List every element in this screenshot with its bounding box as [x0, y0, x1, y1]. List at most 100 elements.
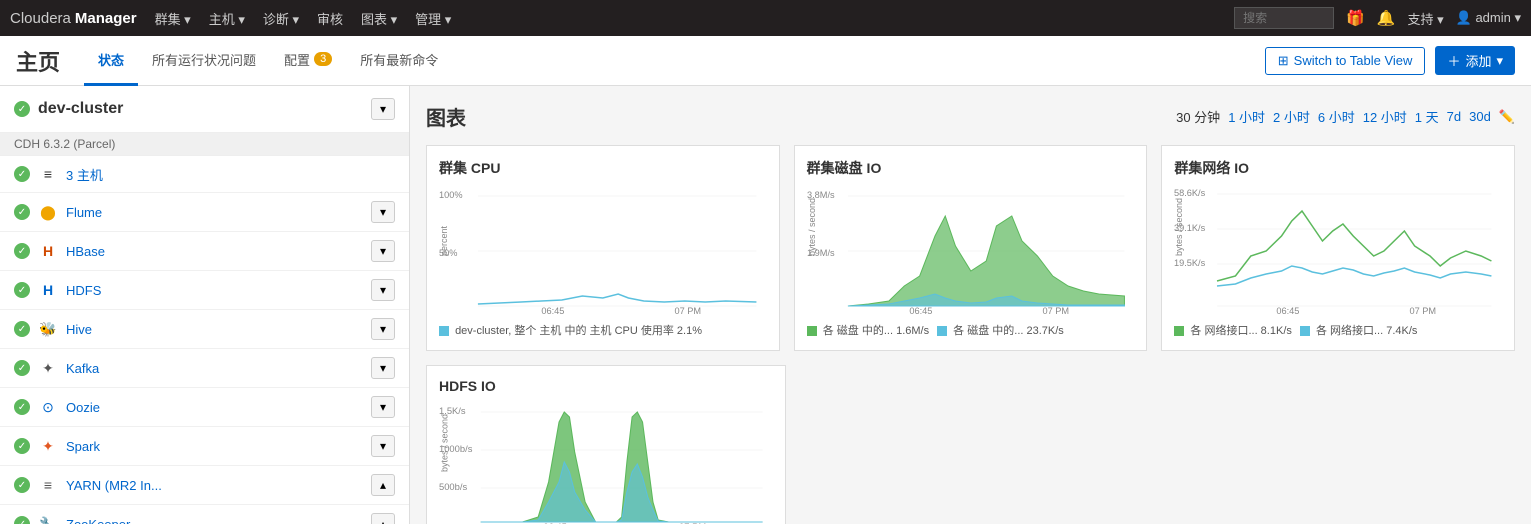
sidebar-item-flume[interactable]: ⬤ Flume ▾ — [0, 193, 409, 232]
add-button[interactable]: ＋ 添加▾ — [1435, 46, 1515, 75]
nav-host[interactable]: 主机 ▾ — [209, 9, 245, 28]
cpu-svg: 100% 50% percent 06:45 07 PM — [439, 186, 767, 316]
sidebar-item-yarn[interactable]: ≡ YARN (MR2 In... ▴ — [0, 466, 409, 505]
hbase-dropdown[interactable]: ▾ — [371, 240, 395, 262]
table-view-icon: ⊞ — [1278, 53, 1289, 69]
switch-table-button[interactable]: ⊞ Switch to Table View — [1265, 47, 1426, 75]
yarn-icon: ≡ — [38, 475, 58, 495]
tab-issues[interactable]: 所有运行状况问题 — [138, 36, 270, 86]
content-area: 图表 30 分钟 1 小时 2 小时 6 小时 12 小时 1 天 7d 30d… — [410, 86, 1531, 524]
tab-right: ⊞ Switch to Table View ＋ 添加▾ — [1265, 46, 1515, 75]
oozie-icon: ⊙ — [38, 397, 58, 417]
hive-dropdown[interactable]: ▾ — [371, 318, 395, 340]
net-io-area: 58.6K/s 39.1K/s 19.5K/s bytes / second 0… — [1174, 186, 1502, 316]
hdfs-dropdown[interactable]: ▾ — [371, 279, 395, 301]
search-input[interactable] — [1234, 7, 1334, 29]
nav-right: 🎁 🔔 支持 ▾ 👤 admin ▾ — [1234, 7, 1521, 29]
flume-icon: ⬤ — [38, 202, 58, 222]
time-controls: 30 分钟 1 小时 2 小时 6 小时 12 小时 1 天 7d 30d ✏️ — [1176, 107, 1515, 126]
net-io-title: 群集网络 IO — [1174, 158, 1502, 178]
gift-icon[interactable]: 🎁 — [1346, 9, 1365, 27]
nav-manage[interactable]: 管理 ▾ — [415, 9, 451, 28]
cluster-header: dev-cluster ▾ — [0, 86, 409, 133]
admin-menu[interactable]: 👤 admin ▾ — [1456, 10, 1521, 26]
disk-io-legend: 各 磁盘 中的... 1.6M/s 各 磁盘 中的... 23.7K/s — [807, 322, 1135, 338]
svg-text:100%: 100% — [439, 190, 463, 200]
kafka-dropdown[interactable]: ▾ — [371, 357, 395, 379]
zookeeper-dropdown[interactable]: ▴ — [371, 513, 395, 524]
sidebar-item-hosts[interactable]: ≡ 3 主机 — [0, 156, 409, 193]
edit-icon[interactable]: ✏️ — [1499, 109, 1515, 125]
current-time-label: 30 分钟 — [1176, 107, 1220, 126]
flume-label[interactable]: Flume — [66, 205, 363, 220]
kafka-label[interactable]: Kafka — [66, 361, 363, 376]
hosts-link[interactable]: 3 主机 — [66, 165, 395, 184]
time-7d[interactable]: 7d — [1447, 109, 1461, 124]
oozie-label[interactable]: Oozie — [66, 400, 363, 415]
sidebar-item-kafka[interactable]: ✦ Kafka ▾ — [0, 349, 409, 388]
nav-diagnostics[interactable]: 诊断 ▾ — [263, 9, 299, 28]
sidebar-item-zookeeper[interactable]: 🔧 ZooKeeper ▴ — [0, 505, 409, 524]
flume-dropdown[interactable]: ▾ — [371, 201, 395, 223]
time-30d[interactable]: 30d — [1469, 109, 1491, 124]
tab-commands[interactable]: 所有最新命令 — [346, 36, 452, 86]
hdfs-icon: H — [38, 280, 58, 300]
time-1d[interactable]: 1 天 — [1415, 107, 1439, 126]
chart-cpu: 群集 CPU 100% 50% percent — [426, 145, 780, 351]
sidebar-item-hbase[interactable]: H HBase ▾ — [0, 232, 409, 271]
switch-table-label: Switch to Table View — [1294, 53, 1413, 68]
secondary-nav: 主页 状态 所有运行状况问题 配置 3 所有最新命令 ⊞ Switch to T… — [0, 36, 1531, 86]
cpu-legend-text: dev-cluster, 整个 主机 中的 主机 CPU 使用率 2.1% — [455, 325, 702, 337]
svg-text:58.6K/s: 58.6K/s — [1174, 188, 1206, 198]
time-1h[interactable]: 1 小时 — [1228, 107, 1265, 126]
time-6h[interactable]: 6 小时 — [1318, 107, 1355, 126]
yarn-dropdown[interactable]: ▴ — [371, 474, 395, 496]
sidebar-item-spark[interactable]: ✦ Spark ▾ — [0, 427, 409, 466]
cpu-legend-dot — [439, 326, 449, 336]
hbase-label[interactable]: HBase — [66, 244, 363, 259]
cluster-dropdown-button[interactable]: ▾ — [371, 98, 395, 120]
charts-header: 图表 30 分钟 1 小时 2 小时 6 小时 12 小时 1 天 7d 30d… — [426, 102, 1515, 131]
charts-row-1: 群集 CPU 100% 50% percent — [426, 145, 1515, 351]
sidebar-item-oozie[interactable]: ⊙ Oozie ▾ — [0, 388, 409, 427]
svg-text:bytes / second: bytes / second — [807, 198, 817, 256]
tab-status[interactable]: 状态 — [84, 36, 138, 86]
spark-dropdown[interactable]: ▾ — [371, 435, 395, 457]
hdfs-status-icon — [14, 282, 30, 298]
sidebar-item-hdfs[interactable]: H HDFS ▾ — [0, 271, 409, 310]
zookeeper-label[interactable]: ZooKeeper — [66, 517, 363, 524]
hive-status-icon — [14, 321, 30, 337]
yarn-label[interactable]: YARN (MR2 In... — [66, 478, 363, 493]
svg-text:19.5K/s: 19.5K/s — [1174, 258, 1206, 268]
chart-disk-io: 群集磁盘 IO 3.8M/s 1.9M/s bytes / second 06:… — [794, 145, 1148, 351]
support-menu[interactable]: 支持 ▾ — [1408, 9, 1444, 28]
svg-text:500b/s: 500b/s — [439, 482, 468, 492]
svg-text:06:45: 06:45 — [1277, 306, 1300, 316]
spark-label[interactable]: Spark — [66, 439, 363, 454]
svg-text:06:45: 06:45 — [541, 306, 564, 316]
hive-label[interactable]: Hive — [66, 322, 363, 337]
oozie-dropdown[interactable]: ▾ — [371, 396, 395, 418]
hdfs-label[interactable]: HDFS — [66, 283, 363, 298]
tab-config[interactable]: 配置 3 — [270, 36, 346, 86]
hdfs-io-svg: 1.5K/s 1000b/s 500b/s bytes / second 06:… — [439, 402, 773, 524]
nav-cluster[interactable]: 群集 ▾ — [155, 9, 191, 28]
hbase-icon: H — [38, 241, 58, 261]
bell-icon[interactable]: 🔔 — [1377, 9, 1396, 27]
svg-text:bytes / second: bytes / second — [1174, 198, 1184, 256]
nav-audit[interactable]: 审核 — [317, 9, 343, 28]
time-2h[interactable]: 2 小时 — [1273, 107, 1310, 126]
sidebar-item-hive[interactable]: 🐝 Hive ▾ — [0, 310, 409, 349]
time-12h[interactable]: 12 小时 — [1363, 107, 1407, 126]
net-in-dot — [1174, 326, 1184, 336]
cluster-name: dev-cluster — [38, 100, 363, 118]
hdfs-io-area: 1.5K/s 1000b/s 500b/s bytes / second 06:… — [439, 402, 773, 524]
spark-status-icon — [14, 438, 30, 454]
nav-charts[interactable]: 图表 ▾ — [361, 9, 397, 28]
disk-read-text: 各 磁盘 中的... 1.6M/s — [823, 325, 929, 337]
zookeeper-status-icon — [14, 516, 30, 524]
cdh-label: CDH 6.3.2 (Parcel) — [0, 133, 409, 156]
disk-io-svg: 3.8M/s 1.9M/s bytes / second 06:45 07 PM — [807, 186, 1135, 316]
cluster-status-icon — [14, 101, 30, 117]
sidebar: dev-cluster ▾ CDH 6.3.2 (Parcel) ≡ 3 主机 … — [0, 86, 410, 524]
